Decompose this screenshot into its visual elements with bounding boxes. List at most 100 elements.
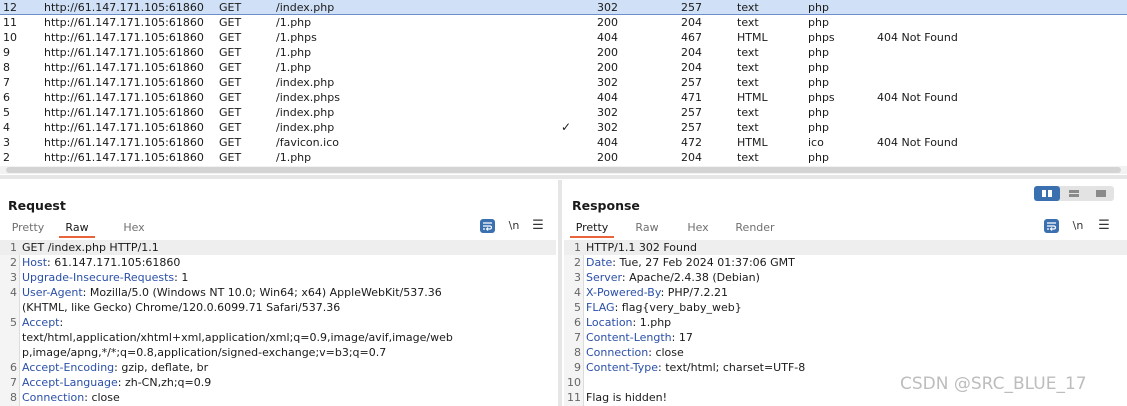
table-row[interactable]: 6 http://61.147.171.105:61860 GET/index.ph… — [0, 90, 1127, 105]
header-value: 17 — [678, 331, 693, 344]
table-row[interactable]: 10 http://61.147.171.105:61860 GET/1.phps 4… — [0, 30, 1127, 45]
line-number: 1 — [574, 241, 581, 254]
cell-url: /index.php — [276, 106, 335, 119]
table-row[interactable]: 7 http://61.147.171.105:61860 GET/index.ph… — [0, 75, 1127, 90]
request-tab-raw[interactable]: Raw — [59, 220, 95, 238]
table-row[interactable]: 4 http://61.147.171.105:61860 GET/index.ph… — [0, 120, 1127, 135]
show-newlines-button[interactable]: \n — [503, 219, 525, 233]
response-tabs: Pretty Raw Hex Render — [564, 218, 1127, 238]
cell-host: http://61.147.171.105:61860 — [44, 1, 204, 14]
table-row[interactable]: 8 http://61.147.171.105:61860 GET/1.php 200… — [0, 60, 1127, 75]
layout-side-by-side-icon[interactable] — [1034, 186, 1060, 201]
table-row[interactable]: 3 http://61.147.171.105:61860 GET/favicon.… — [0, 135, 1127, 150]
response-tab-hex[interactable]: Hex — [680, 220, 716, 238]
scrollbar-thumb[interactable] — [6, 167, 1121, 173]
cell-status: 404 — [597, 91, 618, 104]
request-response-splitter[interactable] — [558, 180, 562, 406]
history-pane-divider[interactable] — [0, 175, 1127, 179]
cell-num: 8 — [3, 61, 10, 74]
cell-url: /1.php — [276, 46, 312, 59]
cell-host: http://61.147.171.105:61860 — [44, 46, 204, 59]
editor-line: 8 Connection: close — [0, 390, 556, 405]
table-row[interactable]: 9 http://61.147.171.105:61860 GET/1.php 200… — [0, 45, 1127, 60]
editor-line: 1 HTTP/1.1 302 Found — [564, 240, 1127, 255]
header-name: Date — [586, 256, 613, 269]
cell-method: GET — [219, 31, 242, 44]
layout-stacked-icon[interactable] — [1061, 186, 1087, 201]
line-text: HTTP/1.1 302 Found — [586, 240, 697, 255]
header-value: HTTP/1.1 302 Found — [586, 241, 697, 254]
show-newlines-button[interactable]: \n — [1067, 219, 1089, 233]
line-text: Connection: close — [22, 390, 120, 405]
line-number: 2 — [10, 256, 17, 269]
header-value: p,image/apng,*/*;q=0.8,application/signe… — [22, 346, 387, 359]
line-text: Location: 1.php — [586, 315, 671, 330]
response-pane: Response Pretty Raw Hex Render \n ☰ 1 HTT… — [564, 180, 1127, 406]
cell-ext: phps — [808, 91, 835, 104]
cell-length: 204 — [681, 16, 702, 29]
header-value: gzip, deflate, br — [121, 361, 209, 374]
request-tab-pretty[interactable]: Pretty — [6, 220, 50, 238]
cell-host: http://61.147.171.105:61860 — [44, 31, 204, 44]
table-row[interactable]: 2 http://61.147.171.105:61860 GET/1.php 200… — [0, 150, 1127, 165]
cell-length: 467 — [681, 31, 702, 44]
line-number: 11 — [567, 391, 581, 404]
line-text: p,image/apng,*/*;q=0.8,application/signe… — [22, 345, 386, 360]
cell-num: 5 — [3, 106, 10, 119]
line-number: 7 — [10, 376, 17, 389]
wrap-lines-icon[interactable] — [480, 219, 495, 233]
line-text: Connection: close — [586, 345, 684, 360]
cell-method: GET — [219, 151, 242, 164]
response-tab-raw[interactable]: Raw — [629, 220, 665, 238]
line-number: 2 — [574, 256, 581, 269]
cell-mime: text — [737, 16, 759, 29]
editor-line: text/html,application/xhtml+xml,applicat… — [0, 330, 556, 345]
table-row[interactable]: 12 http://61.147.171.105:61860 GET/index.p… — [0, 0, 1127, 15]
header-value: flag{very_baby_web} — [621, 301, 742, 314]
cell-ext: php — [808, 61, 829, 74]
line-number: 3 — [10, 271, 17, 284]
header-name: X-Powered-By — [586, 286, 661, 299]
header-value: Tue, 27 Feb 2024 01:37:06 GMT — [619, 256, 795, 269]
request-tabs: Pretty Raw Hex — [0, 218, 556, 238]
cell-method: GET — [219, 106, 242, 119]
cell-status: 200 — [597, 16, 618, 29]
header-name: Accept-Encoding — [22, 361, 115, 374]
cell-ext: php — [808, 46, 829, 59]
line-text: Accept-Encoding: gzip, deflate, br — [22, 360, 208, 375]
table-row[interactable]: 5 http://61.147.171.105:61860 GET/index.ph… — [0, 105, 1127, 120]
response-tab-render[interactable]: Render — [730, 220, 780, 238]
cell-mime: HTML — [737, 31, 768, 44]
cell-status: 302 — [597, 76, 618, 89]
watermark: CSDN @SRC_BLUE_17 — [900, 374, 1087, 394]
request-editor[interactable]: 1 GET /index.php HTTP/1.1 2 Host: 61.147.17… — [0, 240, 556, 406]
header-value: text/html; charset=UTF-8 — [665, 361, 806, 374]
editor-line: 2 Date: Tue, 27 Feb 2024 01:37:06 GMT — [564, 255, 1127, 270]
cell-mime: text — [737, 106, 759, 119]
request-tab-hex[interactable]: Hex — [116, 220, 152, 238]
response-tab-pretty[interactable]: Pretty — [570, 220, 614, 238]
cell-mime: text — [737, 151, 759, 164]
layout-toggle — [1034, 186, 1114, 201]
layout-single-icon[interactable] — [1088, 186, 1114, 201]
cell-length: 257 — [681, 121, 702, 134]
cell-ext: php — [808, 16, 829, 29]
header-separator: : — [117, 376, 125, 389]
cell-status: 200 — [597, 61, 618, 74]
cell-edited: ✓ — [561, 120, 572, 134]
line-text: text/html,application/xhtml+xml,applicat… — [22, 330, 453, 345]
editor-line: p,image/apng,*/*;q=0.8,application/signe… — [0, 345, 556, 360]
cell-ext: php — [808, 76, 829, 89]
hamburger-menu-icon[interactable]: ☰ — [530, 219, 546, 233]
hamburger-menu-icon[interactable]: ☰ — [1096, 219, 1112, 233]
history-horizontal-scrollbar[interactable] — [0, 166, 1127, 174]
wrap-lines-icon[interactable] — [1044, 219, 1059, 233]
header-name: Accept-Language — [22, 376, 118, 389]
line-text: Flag is hidden! — [586, 390, 667, 405]
line-number: 4 — [574, 286, 581, 299]
header-name: Host — [22, 256, 48, 269]
table-row[interactable]: 11 http://61.147.171.105:61860 GET/1.php 20… — [0, 15, 1127, 30]
cell-length: 472 — [681, 136, 702, 149]
header-separator: : — [59, 316, 64, 329]
header-value: close — [655, 346, 684, 359]
